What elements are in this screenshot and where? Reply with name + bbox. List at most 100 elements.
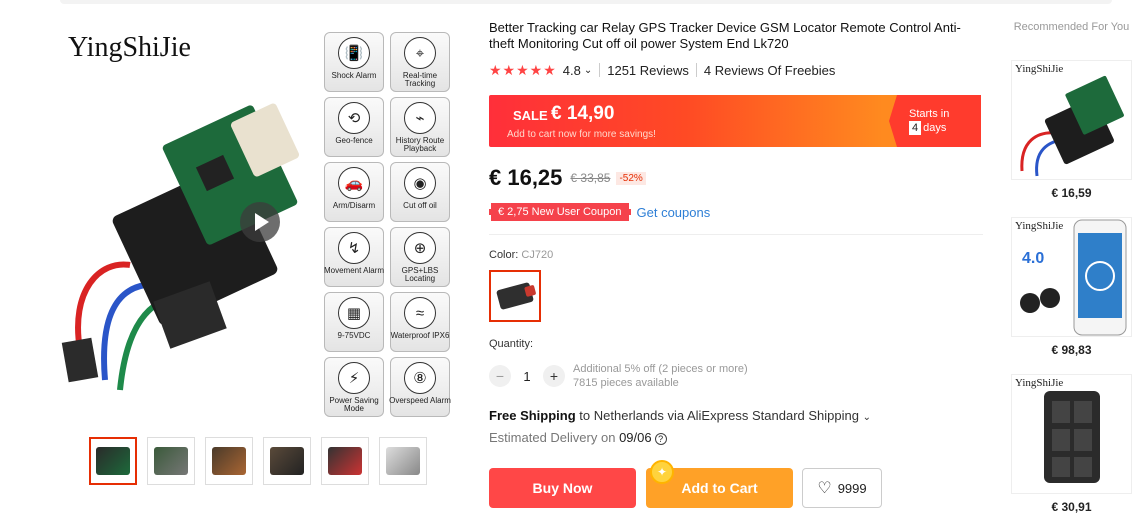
- rating-value[interactable]: 4.8: [563, 63, 581, 78]
- sale-banner: SALE € 14,90 Add to cart now for more sa…: [489, 95, 981, 147]
- feature-tile: ▦ 9-75VDC: [324, 292, 384, 352]
- get-coupons-link[interactable]: Get coupons: [637, 205, 711, 220]
- feature-tile: ⟲ Geo-fence: [324, 97, 384, 157]
- feature-tile: ⊕ GPS+LBS Locating: [390, 227, 450, 287]
- shipping-method: to Netherlands via AliExpress Standard S…: [579, 408, 859, 423]
- reviews-link[interactable]: 1251 Reviews: [607, 63, 689, 78]
- recommended-panel: Recommended For You YingShiJie € 16,59 Y…: [1011, 20, 1132, 514]
- thumbnail[interactable]: [89, 437, 137, 485]
- location-pin-icon: ⌖: [404, 37, 436, 69]
- rating-row: ★★★★★ 4.8 ⌄ 1251 Reviews 4 Reviews Of Fr…: [489, 62, 983, 78]
- delivery-date: 09/06: [619, 430, 652, 445]
- recommended-header: Recommended For You: [1013, 21, 1130, 33]
- thumbnail[interactable]: [263, 437, 311, 485]
- route-icon: ⌁: [404, 102, 436, 134]
- increase-button[interactable]: +: [543, 365, 565, 387]
- product-image[interactable]: [60, 90, 330, 420]
- feature-tile: 📳 Shock Alarm: [324, 32, 384, 92]
- feature-tile: ≈ Waterproof IPX6: [390, 292, 450, 352]
- feature-tile: ⑧ Overspeed Alarm: [389, 357, 451, 417]
- feature-label: Geo-fence: [335, 136, 373, 145]
- movement-icon: ↯: [338, 232, 370, 264]
- feature-label: Arm/Disarm: [332, 201, 376, 210]
- recommended-item[interactable]: YingShiJie € 16,59: [1011, 60, 1132, 200]
- heart-icon: ♡: [817, 480, 832, 497]
- sale-countdown: Starts in 4 days: [889, 95, 981, 147]
- new-user-coupon[interactable]: € 2,75 New User Coupon: [489, 203, 631, 221]
- thumbnail-strip: [89, 437, 427, 485]
- chevron-down-icon[interactable]: ⌄: [584, 65, 592, 76]
- feature-label: Shock Alarm: [331, 71, 377, 80]
- color-title: Color:: [489, 249, 519, 261]
- divider: [489, 234, 983, 235]
- water-icon: ≈: [404, 297, 436, 329]
- recommended-image[interactable]: YingShiJie: [1011, 374, 1132, 494]
- buy-now-button[interactable]: Buy Now: [489, 468, 636, 508]
- sale-label: SALE: [513, 108, 548, 123]
- star-rating: ★★★★★: [489, 61, 557, 78]
- item-brand: YingShiJie: [1015, 377, 1064, 389]
- speed-icon: ⑧: [404, 362, 436, 394]
- thumbnail[interactable]: [321, 437, 369, 485]
- black-tracker-image: [1044, 391, 1100, 483]
- stock-note: 7815 pieces available: [573, 377, 679, 389]
- wishlist-button[interactable]: ♡ 9999: [802, 468, 882, 508]
- thumbnail[interactable]: [205, 437, 253, 485]
- recommended-image[interactable]: YingShiJie 4.0: [1011, 217, 1132, 337]
- feature-label: Movement Alarm: [323, 266, 385, 275]
- satellite-icon: ⊕: [404, 232, 436, 264]
- relay-tracker-image: [1020, 75, 1124, 177]
- quantity-stepper: − 1 + Additional 5% off (2 pieces or mor…: [489, 362, 748, 390]
- feature-tile: 🚗 Arm/Disarm: [324, 162, 384, 222]
- battery-icon: ▦: [338, 297, 370, 329]
- divider: [599, 63, 601, 77]
- chevron-down-icon[interactable]: ⌄: [863, 412, 871, 423]
- sale-note: Add to cart now for more savings!: [507, 129, 656, 140]
- delivery-label: Estimated Delivery on: [489, 430, 616, 445]
- feature-tile: ⌖ Real-time Tracking: [390, 32, 450, 92]
- recommended-price: € 16,59: [1051, 186, 1092, 200]
- color-value: CJ720: [521, 249, 554, 261]
- recommended-image[interactable]: YingShiJie: [1011, 60, 1132, 180]
- add-to-cart-label: Add to Cart: [681, 480, 758, 496]
- feature-label: 9-75VDC: [337, 331, 371, 340]
- feature-tile: ↯ Movement Alarm: [324, 227, 384, 287]
- svg-text:4.0: 4.0: [1022, 250, 1044, 267]
- color-swatch[interactable]: [489, 270, 541, 322]
- discount-badge: -52%: [616, 171, 646, 185]
- decrease-button[interactable]: −: [489, 365, 511, 387]
- swatch-image: [495, 281, 535, 311]
- color-label: Color: CJ720: [489, 249, 553, 261]
- feature-tile: ◉ Cut off oil: [390, 162, 450, 222]
- play-video-button[interactable]: [240, 202, 280, 242]
- recommended-item[interactable]: YingShiJie € 30,91: [1011, 374, 1132, 514]
- thumbnail[interactable]: [147, 437, 195, 485]
- brand-logo: YingShiJie: [68, 32, 191, 63]
- feature-label: Overspeed Alarm: [389, 396, 451, 405]
- thumbnail[interactable]: [379, 437, 427, 485]
- recommended-item[interactable]: YingShiJie 4.0 € 98,83: [1011, 217, 1132, 357]
- item-brand: YingShiJie: [1015, 220, 1064, 232]
- sale-price: € 14,90: [551, 103, 615, 124]
- bulk-discount-note: Additional 5% off (2 pieces or more): [573, 363, 748, 375]
- action-buttons: Buy Now ✦ Add to Cart ♡ 9999: [489, 460, 882, 508]
- add-to-cart-button[interactable]: ✦ Add to Cart: [646, 460, 793, 508]
- tpms-sensor-image: 4.0: [1020, 219, 1127, 336]
- item-brand: YingShiJie: [1015, 63, 1064, 75]
- days-count: 4: [909, 121, 922, 135]
- phone-shake-icon: 📳: [338, 37, 370, 69]
- freebies-reviews-link[interactable]: 4 Reviews Of Freebies: [704, 63, 836, 78]
- product-title: Better Tracking car Relay GPS Tracker De…: [489, 20, 961, 51]
- divider: [695, 63, 697, 77]
- quantity-input[interactable]: 1: [511, 369, 543, 384]
- feature-label: Power Saving Mode: [329, 396, 379, 413]
- oil-icon: ◉: [404, 167, 436, 199]
- feature-label: History Route Playback: [395, 136, 445, 153]
- feature-label: Waterproof IPX6: [390, 331, 450, 340]
- shipping-info[interactable]: Free Shipping to Netherlands via AliExpr…: [489, 408, 871, 423]
- sparkle-icon: ✦: [650, 460, 674, 484]
- help-icon[interactable]: ?: [654, 432, 667, 445]
- top-divider: [60, 0, 1112, 4]
- quantity-note: Additional 5% off (2 pieces or more) 7815…: [573, 362, 748, 390]
- days-label: days: [923, 122, 947, 134]
